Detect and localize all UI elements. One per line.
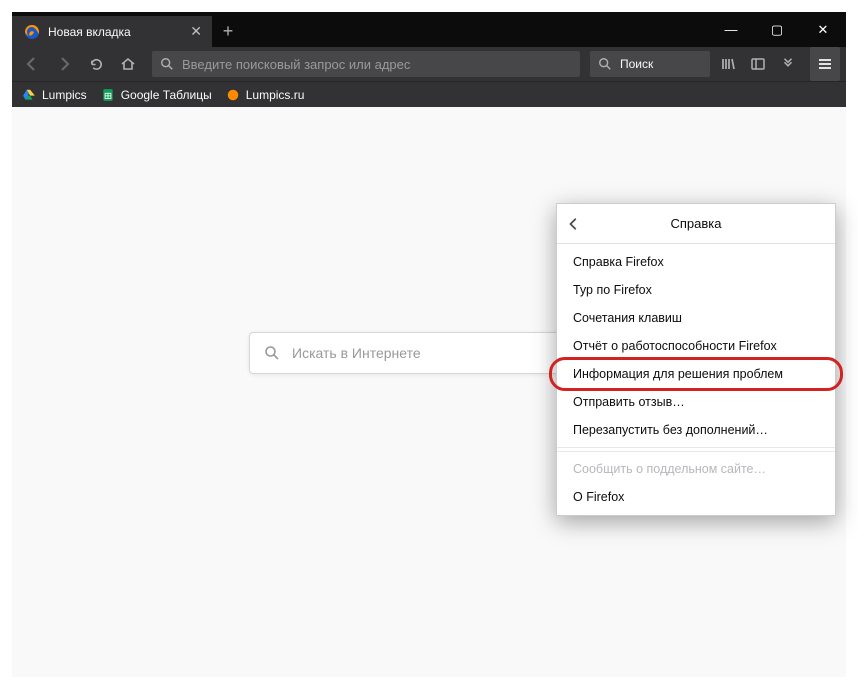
content-area: Искать в Интернете Справка Справка Firef… <box>12 107 846 677</box>
maximize-icon: ▢ <box>771 22 783 38</box>
newtab-search-placeholder: Искать в Интернете <box>292 345 421 361</box>
search-label: Поиск <box>620 57 653 71</box>
back-button[interactable] <box>18 50 46 78</box>
toolbar-right <box>714 50 802 78</box>
menu-item-label: Информация для решения проблем <box>573 367 783 381</box>
help-menu-item[interactable]: Перезапустить без дополнений… <box>557 416 835 444</box>
window-frame: Новая вкладка ✕ + — ▢ ✕ <box>0 0 858 689</box>
close-tab-icon[interactable]: ✕ <box>190 23 202 40</box>
bookmark-lumpics[interactable]: Lumpics <box>22 88 87 102</box>
help-menu-item[interactable]: Сочетания клавиш <box>557 304 835 332</box>
bookmark-label: Lumpics.ru <box>246 88 305 102</box>
menu-item-label: Справка Firefox <box>573 255 664 269</box>
url-input[interactable] <box>182 57 572 72</box>
overflow-button[interactable] <box>774 50 802 78</box>
menu-item-label: Отправить отзыв… <box>573 395 685 409</box>
newtab-search[interactable]: Искать в Интернете <box>249 332 609 374</box>
browser-window: Новая вкладка ✕ + — ▢ ✕ <box>12 12 846 677</box>
bookmarks-bar: Lumpics Google Таблицы Lumpics.ru <box>12 81 846 107</box>
search-bar[interactable]: Поиск <box>590 51 710 77</box>
panel-title: Справка <box>671 216 722 231</box>
minimize-icon: — <box>725 22 738 37</box>
search-icon <box>160 57 174 71</box>
bookmark-label: Google Таблицы <box>121 88 212 102</box>
panel-back-button[interactable] <box>567 217 581 231</box>
help-menu-item: Сообщить о поддельном сайте… <box>557 455 835 483</box>
app-menu-button[interactable] <box>810 47 840 81</box>
help-menu-item[interactable]: Информация для решения проблем <box>557 360 835 388</box>
new-tab-button[interactable]: + <box>212 16 244 47</box>
bookmark-label: Lumpics <box>42 88 87 102</box>
firefox-icon <box>24 24 40 40</box>
home-button[interactable] <box>114 50 142 78</box>
circle-icon <box>226 88 240 102</box>
nav-toolbar: Поиск <box>12 47 846 81</box>
menu-item-label: О Firefox <box>573 490 624 504</box>
menu-item-label: Сочетания клавиш <box>573 311 682 325</box>
sheets-icon <box>101 88 115 102</box>
close-window-button[interactable]: ✕ <box>800 12 846 47</box>
tab-strip: Новая вкладка ✕ + — ▢ ✕ <box>12 12 846 47</box>
close-icon: ✕ <box>818 22 829 38</box>
help-menu-item[interactable]: О Firefox <box>557 483 835 511</box>
panel-header: Справка <box>557 204 835 244</box>
panel-list: Справка Firefox Тур по Firefox Сочетания к… <box>557 244 835 515</box>
window-controls: — ▢ ✕ <box>708 12 846 47</box>
bookmark-google-sheets[interactable]: Google Таблицы <box>101 88 212 102</box>
minimize-button[interactable]: — <box>708 12 754 47</box>
active-tab[interactable]: Новая вкладка ✕ <box>12 16 212 47</box>
tab-title: Новая вкладка <box>48 25 182 39</box>
help-menu-item[interactable]: Отправить отзыв… <box>557 388 835 416</box>
help-menu-item[interactable]: Справка Firefox <box>557 248 835 276</box>
help-panel: Справка Справка Firefox Тур по Firefox Соч… <box>556 203 836 516</box>
menu-item-label: Сообщить о поддельном сайте… <box>573 462 766 476</box>
search-icon <box>264 345 280 361</box>
menu-item-label: Тур по Firefox <box>573 283 652 297</box>
bookmark-lumpics-ru[interactable]: Lumpics.ru <box>226 88 305 102</box>
maximize-button[interactable]: ▢ <box>754 12 800 47</box>
url-bar[interactable] <box>152 51 580 77</box>
menu-item-label: Перезапустить без дополнений… <box>573 423 768 437</box>
help-menu-item[interactable]: Отчёт о работоспособности Firefox <box>557 332 835 360</box>
help-menu-item[interactable]: Тур по Firefox <box>557 276 835 304</box>
menu-item-label: Отчёт о работоспособности Firefox <box>573 339 777 353</box>
reload-button[interactable] <box>82 50 110 78</box>
forward-button[interactable] <box>50 50 78 78</box>
drive-icon <box>22 88 36 102</box>
sidebar-button[interactable] <box>744 50 772 78</box>
search-icon <box>598 57 612 71</box>
library-button[interactable] <box>714 50 742 78</box>
